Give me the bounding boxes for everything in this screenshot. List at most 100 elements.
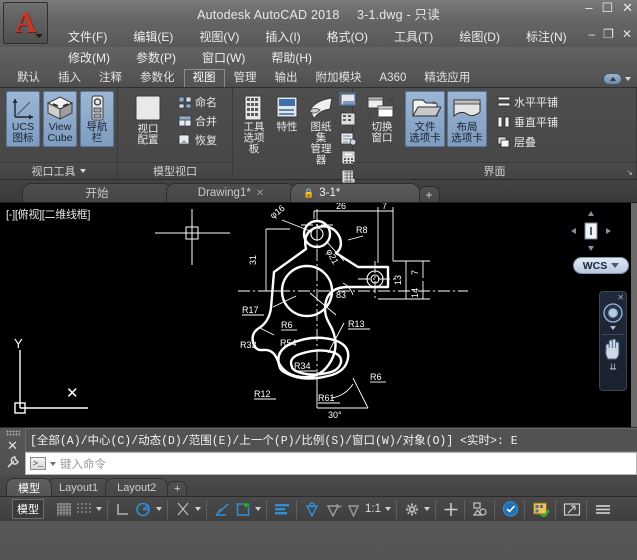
- steering-wheel-icon[interactable]: [602, 302, 624, 324]
- close-icon[interactable]: ✕: [617, 293, 624, 302]
- annotation-visibility-icon[interactable]: [214, 502, 231, 517]
- model-space-button[interactable]: 模型: [12, 499, 44, 519]
- minimize-button[interactable]: –: [585, 1, 592, 14]
- file-tabs-button[interactable]: × 文件 选项卡: [405, 91, 445, 147]
- plus-icon[interactable]: [443, 502, 459, 517]
- ribbon-collapse-icon[interactable]: [603, 73, 622, 85]
- annotation-scale-icon[interactable]: [235, 502, 251, 517]
- isolate-objects-icon[interactable]: [472, 502, 489, 517]
- layout-tab-layout2[interactable]: Layout2: [105, 478, 168, 496]
- ribbon-tab-manage[interactable]: 管理: [225, 69, 266, 87]
- restore-viewport-button[interactable]: 恢复: [176, 131, 219, 149]
- application-menu-button[interactable]: A: [3, 2, 48, 44]
- document-restore-button[interactable]: ❐: [603, 27, 614, 41]
- navigation-bar[interactable]: ✕ ⇊: [599, 291, 627, 391]
- ortho-mode-icon[interactable]: [115, 502, 131, 517]
- chevron-down-icon[interactable]: [610, 326, 616, 330]
- close-button[interactable]: ✕: [622, 1, 633, 14]
- snap-mode-icon[interactable]: [76, 502, 92, 517]
- chevron-down-icon[interactable]: [156, 507, 162, 511]
- maximize-button[interactable]: ☐: [601, 1, 613, 14]
- menu-draw[interactable]: 绘图(D): [446, 28, 513, 45]
- ucs-dropdown[interactable]: WCS: [573, 257, 629, 274]
- chevron-down-icon[interactable]: [80, 169, 86, 173]
- menu-format[interactable]: 格式(O): [314, 28, 381, 45]
- hardware-settings-icon[interactable]: [532, 501, 550, 517]
- panel-dialog-launcher-icon[interactable]: ↘: [626, 168, 633, 177]
- object-snap-icon[interactable]: [175, 502, 191, 517]
- ribbon-tab-view[interactable]: 视图: [184, 69, 225, 87]
- ribbon-tab-output[interactable]: 输出: [266, 69, 307, 87]
- switch-windows-button[interactable]: 切换 窗口: [361, 91, 403, 147]
- command-prompt-icon[interactable]: >_: [30, 457, 46, 470]
- menu-window[interactable]: 窗口(W): [189, 49, 258, 66]
- pan-hand-icon[interactable]: [603, 339, 623, 361]
- chevron-down-icon[interactable]: [385, 507, 391, 511]
- ribbon-tab-featured-apps[interactable]: 精选应用: [415, 69, 479, 87]
- gear-icon[interactable]: [404, 502, 420, 517]
- properties-button[interactable]: 特性: [271, 91, 303, 136]
- layout-tab-layout1[interactable]: Layout1: [47, 478, 110, 496]
- annotation-scale-value[interactable]: 1:1: [365, 503, 381, 515]
- menu-parametric[interactable]: 参数(P): [123, 49, 189, 66]
- new-layout-button[interactable]: +: [167, 481, 187, 496]
- annotation-monitor-icon[interactable]: [304, 502, 321, 517]
- file-tab-start[interactable]: 开始: [22, 183, 172, 202]
- chevron-down-icon[interactable]: [35, 34, 43, 38]
- hardware-acceleration-icon[interactable]: [502, 501, 519, 517]
- layout-tabs-button[interactable]: 布局 选项卡: [447, 91, 487, 147]
- view-cube-button[interactable]: View Cube: [43, 91, 77, 147]
- file-tab-drawing1[interactable]: Drawing1* ✕: [166, 183, 296, 202]
- menu-tools[interactable]: 工具(T): [381, 28, 446, 45]
- chevron-down-icon[interactable]: [195, 507, 201, 511]
- command-input-field[interactable]: 键入命令: [60, 456, 106, 472]
- document-close-button[interactable]: ✕: [622, 27, 632, 41]
- workspace-switching-icon[interactable]: [274, 502, 291, 517]
- wrench-icon[interactable]: [6, 455, 20, 469]
- command-line-close-button[interactable]: ✕: [7, 440, 18, 451]
- view-cube-widget[interactable]: [567, 209, 615, 253]
- cascade-button[interactable]: 层叠: [495, 133, 560, 151]
- menu-view[interactable]: 视图(V): [186, 28, 252, 45]
- ribbon-tab-parametric[interactable]: 参数化: [131, 69, 184, 87]
- clean-screen-icon[interactable]: [563, 502, 581, 517]
- polar-tracking-icon[interactable]: [135, 502, 152, 517]
- menu-dimension[interactable]: 标注(N): [513, 28, 580, 45]
- tile-vertically-button[interactable]: 垂直平铺: [495, 113, 560, 131]
- menu-help[interactable]: 帮助(H): [258, 49, 325, 66]
- layout-tab-model[interactable]: 模型: [6, 478, 52, 496]
- ribbon-tab-home[interactable]: 默认: [8, 69, 49, 87]
- chevron-down-icon[interactable]: [611, 263, 619, 268]
- annotation-add-scale-icon[interactable]: [325, 502, 342, 517]
- join-viewport-button[interactable]: 合并: [176, 112, 219, 130]
- ribbon-minimize-control[interactable]: [603, 73, 631, 85]
- customization-icon[interactable]: [594, 502, 612, 517]
- file-tab-3-1[interactable]: 🔒 3-1*: [290, 183, 420, 202]
- annotation-scale-list-icon[interactable]: [346, 502, 361, 517]
- drawing-canvas[interactable]: [-][俯视][二维线框] Y ✕: [0, 202, 637, 427]
- named-viewport-button[interactable]: 命名: [176, 93, 219, 111]
- ribbon-tab-insert[interactable]: 插入: [49, 69, 90, 87]
- viewport-config-button[interactable]: 视口 配置: [126, 91, 170, 149]
- chevron-down-icon[interactable]: [96, 507, 102, 511]
- menu-insert[interactable]: 插入(I): [252, 28, 313, 45]
- new-file-tab-button[interactable]: +: [418, 186, 440, 202]
- chevron-down-icon[interactable]: [50, 462, 56, 466]
- canvas-vertical-scrollbar[interactable]: [631, 203, 637, 427]
- ribbon-panel-label-viewport-tools[interactable]: 视口工具: [0, 162, 117, 179]
- ribbon-panel-label-model-viewports[interactable]: 模型视口: [118, 162, 232, 179]
- ribbon-panel-label-interface[interactable]: 界面 ↘: [353, 162, 636, 179]
- menu-file[interactable]: 文件(F): [55, 28, 120, 45]
- chevron-double-down-icon[interactable]: ⇊: [609, 363, 617, 371]
- command-input-row[interactable]: >_ 键入命令: [25, 452, 637, 475]
- ribbon-tab-annotate[interactable]: 注释: [90, 69, 131, 87]
- chevron-down-icon[interactable]: [424, 507, 430, 511]
- tool-palettes-button[interactable]: 工具 选项板: [238, 91, 270, 158]
- tile-horizontally-button[interactable]: 水平平铺: [495, 93, 560, 111]
- close-icon[interactable]: ✕: [256, 188, 264, 199]
- drag-grip-icon[interactable]: [6, 430, 20, 436]
- grid-display-icon[interactable]: [56, 502, 72, 517]
- sheet-set-manager-button[interactable]: 图纸集 管理器: [304, 91, 338, 169]
- menu-edit[interactable]: 编辑(E): [120, 28, 186, 45]
- document-minimize-button[interactable]: –: [588, 27, 595, 41]
